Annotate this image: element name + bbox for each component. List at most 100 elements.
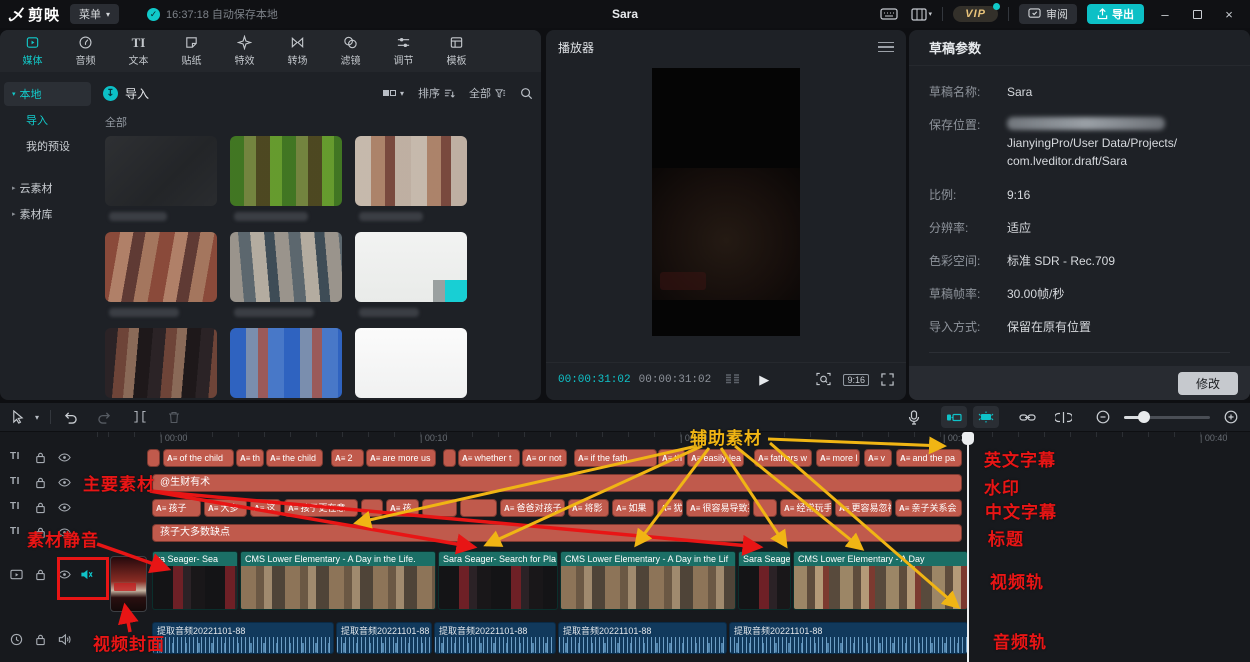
zoom-slider-knob[interactable]: [1138, 411, 1150, 423]
preview-quality-icon[interactable]: [816, 371, 831, 389]
import-button[interactable]: ↧ 导入: [103, 85, 149, 102]
media-thumbnail[interactable]: [105, 232, 217, 302]
media-thumbnail[interactable]: [355, 328, 467, 398]
eye-track-icon[interactable]: [58, 568, 71, 581]
subtitle-clip[interactable]: [443, 449, 456, 467]
sidebar-item-我的预设[interactable]: 我的预设: [4, 134, 91, 158]
select-tool-caret[interactable]: ▾: [30, 406, 44, 428]
text-track-icon[interactable]: TI: [10, 501, 20, 512]
split-tool-icon[interactable]: ][: [127, 406, 153, 428]
video-preview[interactable]: [652, 68, 800, 336]
audio-clip[interactable]: 提取音频20221101-88: [729, 622, 968, 654]
subtitle-clip[interactable]: A≡亲子关系会: [895, 499, 962, 517]
video-clip[interactable]: CMS Lower Elementary - A Day in the Life…: [240, 551, 436, 610]
tab-text[interactable]: TI文本: [112, 30, 165, 72]
zoom-in-icon[interactable]: [1218, 406, 1244, 428]
subtitle-clip[interactable]: A≡if the fath: [574, 449, 657, 467]
link-preview-icon[interactable]: [1014, 406, 1040, 428]
frame-compare-icon[interactable]: [725, 371, 741, 389]
eye-track-icon[interactable]: [58, 476, 71, 489]
subtitle-clip[interactable]: A≡这: [250, 499, 281, 517]
mute-track-icon[interactable]: [80, 568, 93, 581]
video-clip[interactable]: Sara Seager- Search for Pla: [438, 551, 558, 610]
select-tool-icon[interactable]: [4, 406, 30, 428]
subtitle-clip[interactable]: A≡th: [236, 449, 264, 467]
subtitle-clip[interactable]: A≡如果: [612, 499, 654, 517]
subtitle-clip[interactable]: A≡more l: [816, 449, 860, 467]
subtitle-clip[interactable]: A≡大多: [204, 499, 247, 517]
media-thumbnail[interactable]: [105, 136, 217, 206]
audio-clip[interactable]: 提取音频20221101-88: [152, 622, 334, 654]
eye-track-icon[interactable]: [58, 501, 71, 514]
auto-snap-icon[interactable]: [973, 406, 999, 428]
tab-audio[interactable]: 音频: [59, 30, 112, 72]
subtitle-clip[interactable]: A≡爸爸对孩子: [500, 499, 565, 517]
subtitle-clip[interactable]: [753, 499, 777, 517]
subtitle-clip[interactable]: A≡of the child: [163, 449, 234, 467]
subtitle-clip[interactable]: A≡and the pa: [896, 449, 962, 467]
subtitle-clip[interactable]: [361, 499, 383, 517]
lock-track-icon[interactable]: [34, 451, 47, 464]
overlay-clip[interactable]: @生财有术: [152, 474, 962, 492]
fullscreen-icon[interactable]: [881, 371, 894, 389]
vip-badge[interactable]: VIP: [953, 6, 998, 22]
media-thumbnail[interactable]: [230, 328, 342, 398]
unlink-icon[interactable]: [1050, 406, 1076, 428]
subtitle-clip[interactable]: A≡2: [331, 449, 364, 467]
subtitle-clip[interactable]: [460, 499, 497, 517]
subtitle-clip[interactable]: A≡很容易导致孩: [686, 499, 750, 517]
sidebar-item-素材库[interactable]: ▸素材库: [4, 202, 91, 226]
text-track-icon[interactable]: TI: [10, 476, 20, 487]
subtitle-clip[interactable]: A≡the child: [266, 449, 323, 467]
media-thumbnail[interactable]: [105, 328, 217, 398]
subtitle-clip[interactable]: A≡孩: [386, 499, 419, 517]
loop-track-icon[interactable]: [10, 633, 23, 646]
keyboard-shortcuts-icon[interactable]: [878, 5, 900, 23]
lock-track-icon[interactable]: [34, 568, 47, 581]
video-clip[interactable]: ra Seager- Sea: [152, 551, 238, 610]
search-button[interactable]: [520, 87, 533, 100]
media-thumbnail[interactable]: [230, 136, 342, 206]
player-menu-icon[interactable]: [878, 42, 894, 53]
tab-media[interactable]: 媒体: [6, 30, 59, 72]
tab-transition[interactable]: 转场: [271, 30, 324, 72]
eye-track-icon[interactable]: [58, 526, 71, 539]
layout-switch-icon[interactable]: ▾: [910, 5, 932, 23]
export-button[interactable]: 导出: [1087, 4, 1144, 24]
delete-icon[interactable]: [161, 406, 187, 428]
audio-clip[interactable]: 提取音频20221101-88: [434, 622, 556, 654]
video-clip[interactable]: CMS Lower Elementary - A Day in the Lif: [560, 551, 736, 610]
lock-track-icon[interactable]: [34, 476, 47, 489]
audio-clip[interactable]: 提取音频20221101-88: [336, 622, 432, 654]
text-track-icon[interactable]: TI: [10, 451, 20, 462]
subtitle-clip[interactable]: A≡fathers w: [754, 449, 812, 467]
speaker-track-icon[interactable]: [58, 633, 71, 646]
audio-clip[interactable]: 提取音频20221101-88: [558, 622, 727, 654]
close-button[interactable]: ×: [1218, 7, 1240, 22]
video-clip[interactable]: CMS Lower Elementary - A Day: [793, 551, 968, 610]
lock-track-icon[interactable]: [34, 526, 47, 539]
record-voiceover-icon[interactable]: [901, 406, 927, 428]
aspect-ratio-button[interactable]: 9:16: [843, 374, 869, 386]
video-clip[interactable]: Sara Seager-: [738, 551, 791, 610]
video-cover-thumbnail[interactable]: [110, 556, 147, 612]
tab-filter[interactable]: 滤镜: [324, 30, 377, 72]
subtitle-clip[interactable]: A≡经常玩手: [780, 499, 832, 517]
subtitle-clip[interactable]: A≡将影: [568, 499, 609, 517]
timeline-ruler[interactable]: | 00:00| 00:10| 00:20| 00:30| 00:40: [95, 432, 1250, 446]
subtitle-clip[interactable]: A≡v: [864, 449, 892, 467]
sort-button[interactable]: 排序: [418, 85, 455, 101]
timeline-zoom-slider[interactable]: [1124, 416, 1210, 419]
sidebar-item-云素材[interactable]: ▸云素材: [4, 176, 91, 200]
sidebar-item-导入[interactable]: 导入: [4, 108, 91, 132]
subtitle-clip[interactable]: [422, 499, 457, 517]
tab-template[interactable]: 模板: [430, 30, 483, 72]
timeline[interactable]: | 00:00| 00:10| 00:20| 00:30| 00:40 TI TI…: [0, 432, 1250, 662]
sidebar-item-本地[interactable]: ▾本地: [4, 82, 91, 106]
subtitle-clip[interactable]: A≡孩子: [152, 499, 201, 517]
subtitle-clip[interactable]: A≡孩子更在意: [284, 499, 358, 517]
media-thumbnail[interactable]: [355, 136, 467, 206]
media-thumbnail[interactable]: [230, 232, 342, 302]
filter-button[interactable]: 全部: [469, 85, 506, 101]
media-thumbnail[interactable]: [355, 232, 467, 302]
